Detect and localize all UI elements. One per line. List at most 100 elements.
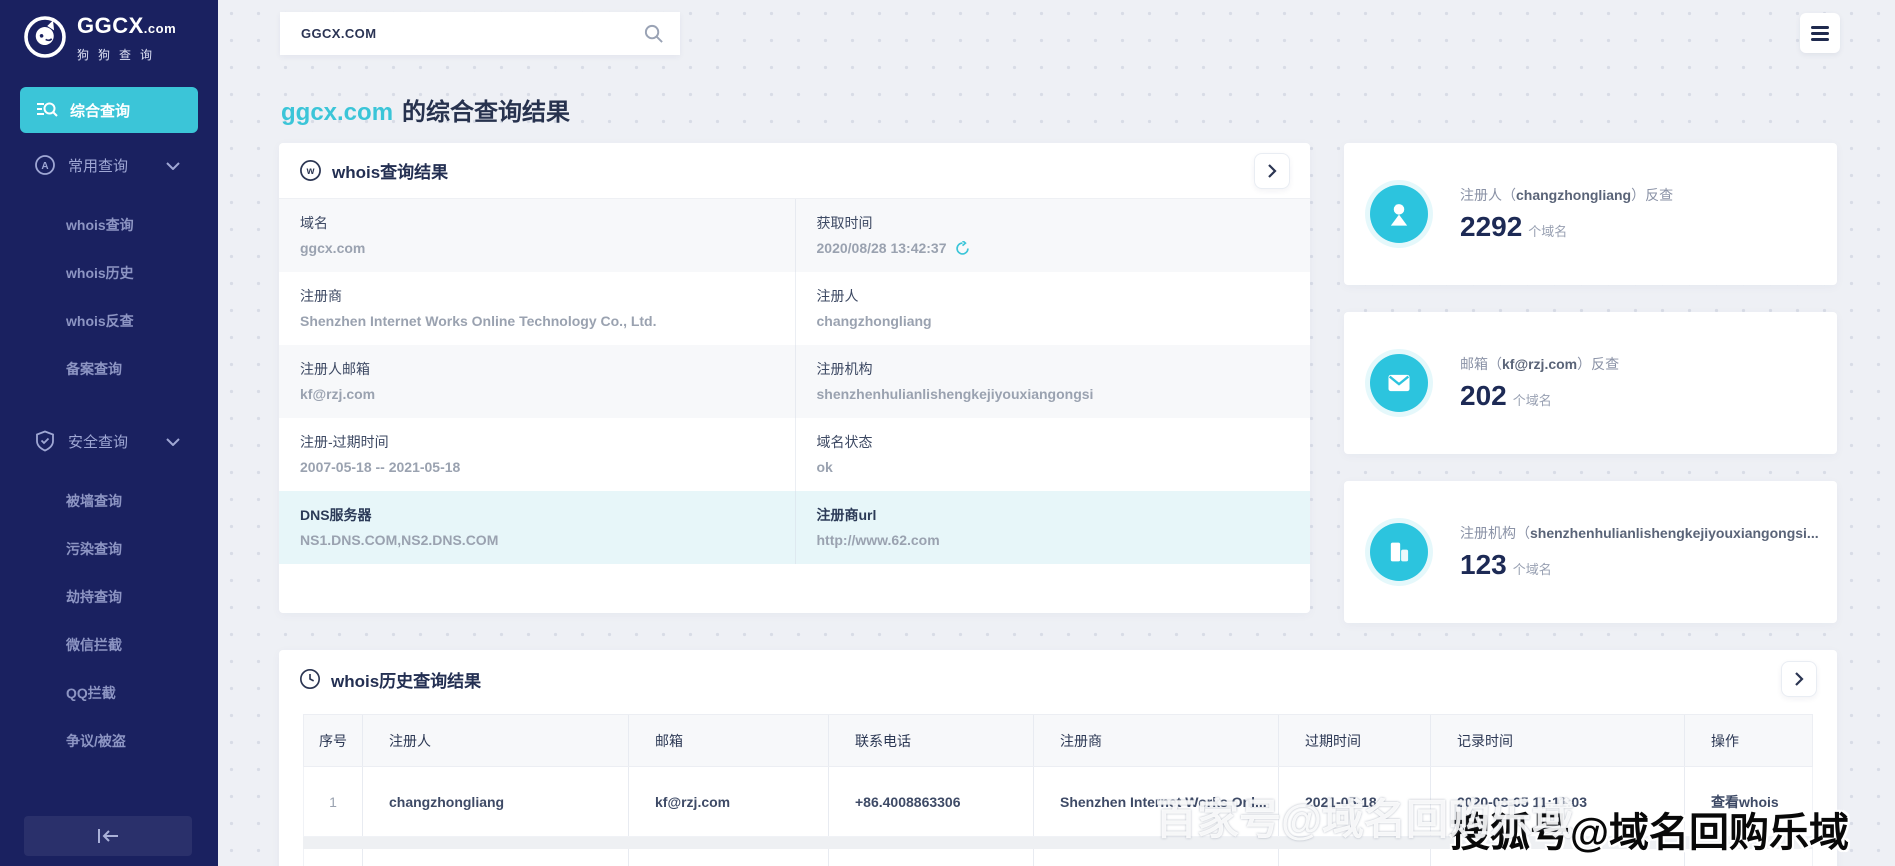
whois-card-header: w whois查询结果 — [279, 143, 1310, 199]
whois-field-status: 域名状态 ok — [795, 418, 1311, 491]
cell-registrant: changzhongliang — [362, 849, 628, 866]
person-icon — [1370, 185, 1428, 243]
stat-label: 邮箱（kf@rzj.com）反查 — [1460, 354, 1619, 374]
col-phone: 联系电话 — [828, 715, 1033, 766]
sidebar-item-blocked-lookup[interactable]: 被墙查询 — [0, 477, 218, 525]
svg-text:A: A — [41, 161, 48, 172]
cell-registrant: changzhongliang — [362, 767, 628, 836]
baijiahao-watermark: 百家号@域名回购乐域 — [1155, 786, 1574, 847]
composite-search-icon — [36, 99, 58, 121]
sidebar-item-hijack-lookup[interactable]: 劫持查询 — [0, 573, 218, 621]
whois-field-fetch-time: 获取时间 2020/08/28 13:42:37 — [795, 199, 1311, 272]
history-card-header: whois历史查询结果 — [279, 650, 1837, 708]
cell-registrar: Shenzhen Internet Works Onl... — [1033, 849, 1278, 866]
sidebar-collapse-button[interactable] — [24, 816, 192, 856]
cell-email: kf@rzj.com — [628, 767, 828, 836]
page-title: ggcx.com 的综合查询结果 — [281, 92, 570, 127]
domain-search-box — [280, 12, 680, 55]
refresh-icon[interactable] — [955, 241, 970, 259]
cell-phone: +86.4008863306 — [828, 767, 1033, 836]
sidebar-item-composite-query[interactable]: 综合查询 — [20, 87, 198, 133]
section-label: 常用查询 — [68, 155, 128, 176]
sidebar: GGCX.com 狗狗查询 综合查询 A 常用查询 whois查询 whois历… — [0, 0, 218, 866]
collapse-left-icon — [95, 828, 121, 844]
col-registrant: 注册人 — [362, 715, 628, 766]
stat-card-org-reverse[interactable]: 注册机构（shenzhenhulianlishengkejiyouxiangon… — [1344, 481, 1837, 623]
col-expire-date: 过期时间 — [1278, 715, 1430, 766]
stat-count: 2292 — [1460, 211, 1522, 242]
chevron-down-icon — [166, 157, 180, 174]
chevron-right-icon — [1794, 671, 1804, 687]
brand-logo[interactable]: GGCX.com 狗狗查询 — [0, 0, 218, 63]
common-query-items: whois查询 whois历史 whois反查 备案查询 — [0, 201, 218, 393]
stat-unit: 个域名 — [1528, 224, 1567, 239]
whois-row: 注册人邮箱 kf@rzj.com 注册机构 shenzhenhulianlish… — [279, 345, 1310, 418]
history-table-header: 序号 注册人 邮箱 联系电话 注册商 过期时间 记录时间 操作 — [303, 714, 1813, 767]
stat-unit: 个域名 — [1513, 393, 1552, 408]
whois-field-domain: 域名 ggcx.com — [279, 199, 795, 272]
section-label: 安全查询 — [68, 431, 128, 452]
sidebar-item-dispute-stolen[interactable]: 争议/被盗 — [0, 717, 218, 765]
history-card-title: whois历史查询结果 — [331, 667, 481, 692]
sidebar-item-wechat-block[interactable]: 微信拦截 — [0, 621, 218, 669]
col-record-time: 记录时间 — [1430, 715, 1684, 766]
page-title-suffix: 的综合查询结果 — [402, 99, 570, 126]
stat-label: 注册人（changzhongliang）反查 — [1460, 185, 1673, 205]
shield-check-icon — [34, 430, 56, 452]
clock-icon — [299, 668, 321, 690]
history-expand-button[interactable] — [1781, 661, 1817, 697]
dog-logo-icon — [22, 14, 68, 60]
whois-result-card: w whois查询结果 域名 ggcx.com 获取时间 2020/08/28 … — [279, 143, 1310, 613]
hamburger-menu-button[interactable] — [1800, 13, 1840, 53]
whois-field-registrar: 注册商 Shenzhen Internet Works Online Techn… — [279, 272, 795, 345]
whois-field-dates: 注册-过期时间 2007-05-18 -- 2021-05-18 — [279, 418, 795, 491]
stat-label: 注册机构（shenzhenhulianlishengkejiyouxiangon… — [1460, 523, 1819, 543]
whois-expand-button[interactable] — [1254, 153, 1290, 189]
hamburger-icon — [1811, 26, 1829, 29]
whois-card-title: whois查询结果 — [332, 158, 448, 183]
cell-email: kf@rzj.com — [628, 849, 828, 866]
security-query-items: 被墙查询 污染查询 劫持查询 微信拦截 QQ拦截 争议/被盗 — [0, 477, 218, 765]
sidebar-item-whois-lookup[interactable]: whois查询 — [0, 201, 218, 249]
sidebar-item-whois-history[interactable]: whois历史 — [0, 249, 218, 297]
whois-field-registrant: 注册人 changzhongliang — [795, 272, 1311, 345]
whois-field-registrant-org: 注册机构 shenzhenhulianlishengkejiyouxiangon… — [795, 345, 1311, 418]
col-actions: 操作 — [1684, 715, 1812, 766]
stat-count: 202 — [1460, 380, 1507, 411]
col-registrar: 注册商 — [1033, 715, 1278, 766]
col-index: 序号 — [304, 715, 362, 766]
whois-field-dns: DNS服务器 NS1.DNS.COM,NS2.DNS.COM — [279, 491, 795, 564]
circle-a-icon: A — [34, 154, 56, 176]
cell-expire-date: 2021-05-18 — [1278, 849, 1430, 866]
sidebar-active-label: 综合查询 — [70, 100, 130, 121]
sidebar-section-common-query[interactable]: A 常用查询 — [0, 149, 218, 181]
stat-card-registrant-reverse[interactable]: 注册人（changzhongliang）反查 2292 个域名 — [1344, 143, 1837, 285]
cell-index: 2 — [304, 849, 362, 866]
mail-icon — [1370, 354, 1428, 412]
whois-w-icon: w — [299, 159, 322, 182]
sidebar-item-qq-block[interactable]: QQ拦截 — [0, 669, 218, 717]
search-icon[interactable] — [643, 23, 664, 44]
stat-card-email-reverse[interactable]: 邮箱（kf@rzj.com）反查 202 个域名 — [1344, 312, 1837, 454]
search-input[interactable] — [280, 12, 643, 55]
stat-unit: 个域名 — [1513, 562, 1552, 577]
svg-text:w: w — [306, 166, 315, 177]
cell-phone: +86.4008863306 — [828, 849, 1033, 866]
chevron-down-icon — [166, 433, 180, 450]
brand-name: GGCX.com — [77, 14, 176, 41]
whois-row-dns-highlight: DNS服务器 NS1.DNS.COM,NS2.DNS.COM 注册商url ht… — [279, 491, 1310, 564]
brand-tagline: 狗狗查询 — [77, 46, 176, 63]
col-email: 邮箱 — [628, 715, 828, 766]
whois-row: 域名 ggcx.com 获取时间 2020/08/28 13:42:37 — [279, 199, 1310, 272]
sidebar-section-security-query[interactable]: 安全查询 — [0, 425, 218, 457]
sidebar-item-whois-reverse[interactable]: whois反查 — [0, 297, 218, 345]
page-title-domain: ggcx.com — [281, 99, 393, 126]
whois-row: 注册商 Shenzhen Internet Works Online Techn… — [279, 272, 1310, 345]
sidebar-item-pollution-lookup[interactable]: 污染查询 — [0, 525, 218, 573]
whois-field-registrar-url: 注册商url http://www.62.com — [795, 491, 1311, 564]
stat-count: 123 — [1460, 549, 1507, 580]
chevron-right-icon — [1267, 163, 1277, 179]
sidebar-item-icp-lookup[interactable]: 备案查询 — [0, 345, 218, 393]
whois-field-registrant-email: 注册人邮箱 kf@rzj.com — [279, 345, 795, 418]
cell-index: 1 — [304, 767, 362, 836]
